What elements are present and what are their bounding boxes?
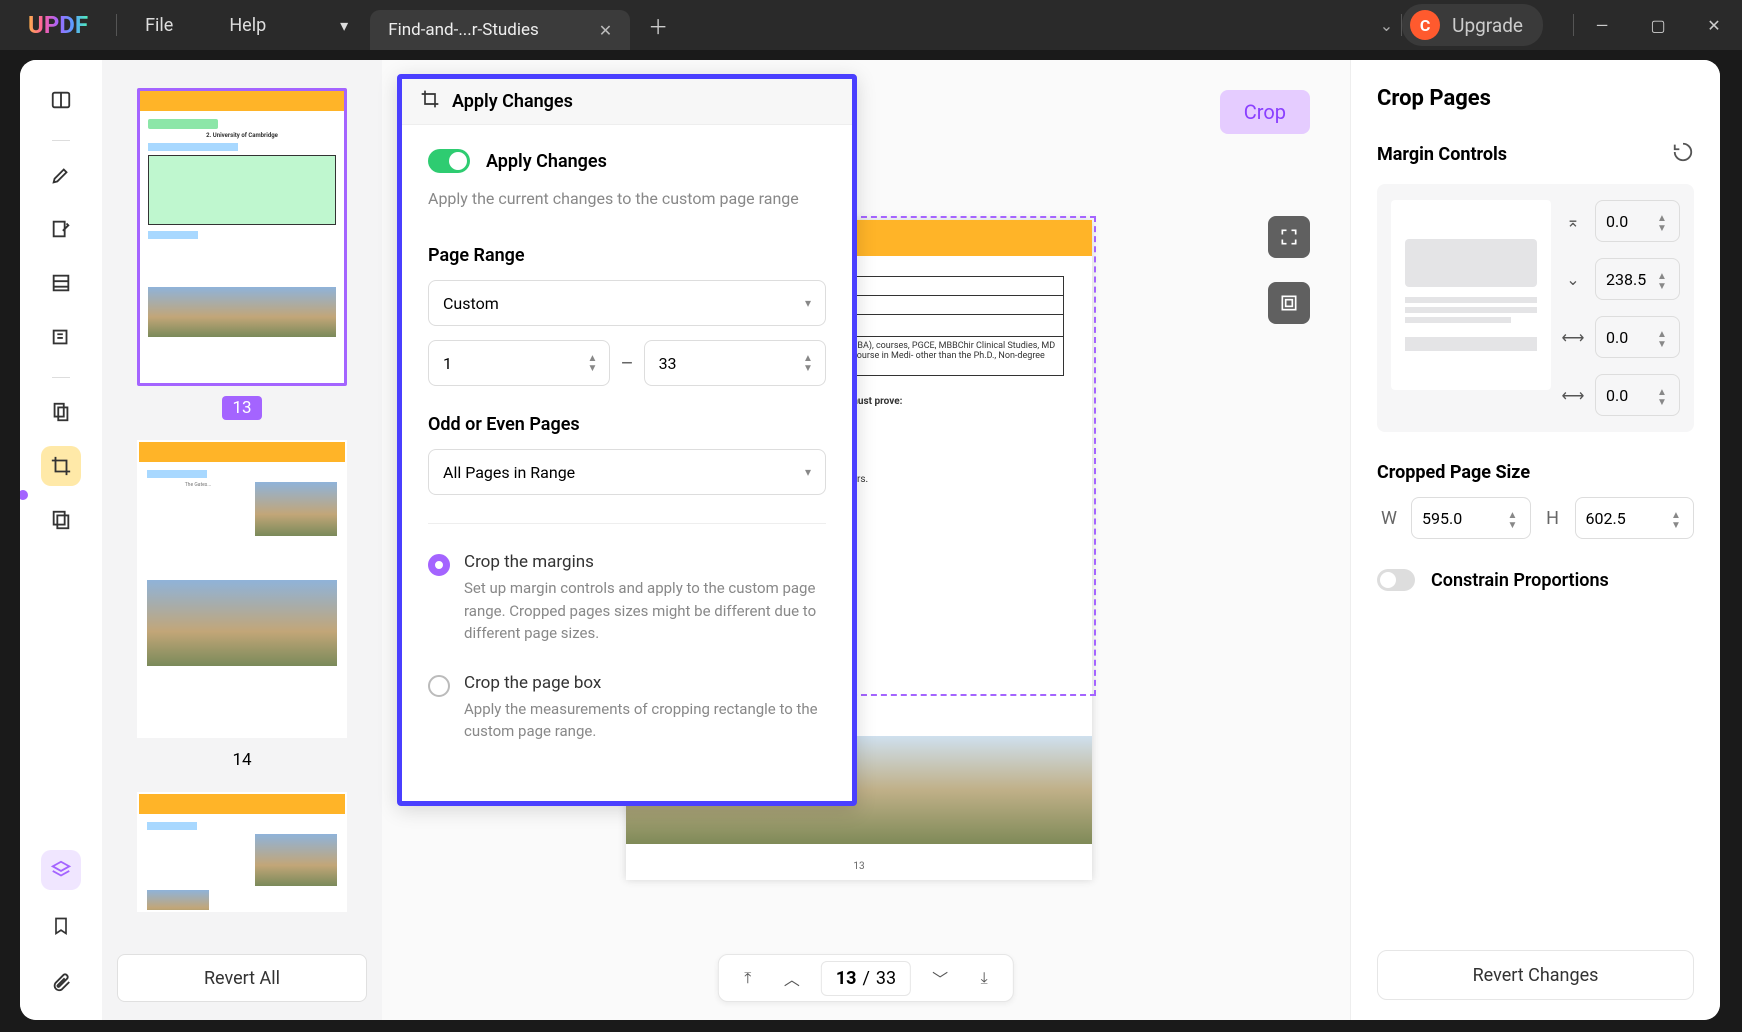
reset-icon[interactable] (1672, 141, 1694, 168)
thumbnail-label: 13 (222, 396, 261, 420)
apply-changes-description: Apply the current changes to the custom … (428, 187, 826, 211)
height-label: H (1541, 508, 1565, 529)
chevron-down-icon: ▾ (805, 296, 811, 310)
chevron-down-icon: ▾ (340, 16, 348, 35)
margin-left-icon: ⟷ (1561, 328, 1585, 347)
radio-label: Crop the margins (464, 552, 826, 572)
revert-changes-button[interactable]: Revert Changes (1377, 950, 1694, 1000)
cropped-size-title: Cropped Page Size (1377, 462, 1530, 483)
page-range-to-input[interactable]: 33▲▼ (644, 340, 826, 386)
close-tab-icon[interactable]: ✕ (599, 21, 612, 40)
upgrade-button[interactable]: C Upgrade (1402, 4, 1543, 46)
tool-structure-icon[interactable] (41, 263, 81, 303)
last-page-button[interactable]: ⤓ (969, 968, 999, 988)
radio-icon (428, 554, 450, 576)
tab-title: Find-and-...r-Studies (388, 20, 539, 40)
next-page-button[interactable]: ﹀ (925, 966, 955, 990)
spinner-icon[interactable]: ▲▼ (581, 345, 603, 383)
page-navigation-bar: ⤒ ︿ 13 / 33 ﹀ ⤓ (718, 954, 1014, 1002)
radio-description: Apply the measurements of cropping recta… (464, 698, 826, 743)
width-input[interactable]: 595.0▲▼ (1411, 497, 1531, 539)
apply-changes-popover: Apply Changes Apply Changes Apply the cu… (397, 74, 857, 806)
constrain-proportions-label: Constrain Proportions (1431, 570, 1609, 591)
crop-button[interactable]: Crop (1220, 90, 1310, 134)
radio-crop-page-box[interactable]: Crop the page box Apply the measurements… (428, 673, 826, 743)
chevron-down-icon[interactable]: ⌄ (1380, 16, 1393, 35)
tool-reader-icon[interactable] (41, 80, 81, 120)
tool-highlighter-icon[interactable] (41, 155, 81, 195)
margin-preview (1391, 200, 1551, 390)
separator (52, 377, 70, 378)
margin-right-icon: ⟷ (1561, 386, 1585, 405)
margin-bottom-input[interactable]: 238.5▲▼ (1595, 258, 1680, 300)
prev-page-button[interactable]: ︿ (777, 966, 807, 990)
spinner-icon[interactable]: ▲▼ (797, 345, 819, 383)
thumbnail-page-13[interactable]: 2. University of Cambridge 13 (122, 88, 362, 420)
tabs-dropdown[interactable]: ▾ (324, 5, 364, 45)
radio-icon (428, 675, 450, 697)
window-close[interactable]: ✕ (1686, 0, 1742, 50)
thumbnail-label: 14 (222, 748, 261, 772)
tool-copy-icon[interactable] (41, 392, 81, 432)
apply-changes-toggle-label: Apply Changes (486, 151, 607, 172)
odd-even-select[interactable]: All Pages in Range▾ (428, 449, 826, 495)
popover-title: Apply Changes (452, 91, 573, 112)
tool-crop-icon[interactable] (41, 446, 81, 486)
constrain-proportions-toggle[interactable] (1377, 569, 1415, 591)
apply-changes-toggle[interactable] (428, 149, 470, 173)
tool-layers-icon[interactable] (41, 850, 81, 890)
margin-top-icon: ⌅ (1561, 212, 1585, 231)
height-input[interactable]: 602.5▲▼ (1575, 497, 1695, 539)
upgrade-label: Upgrade (1452, 14, 1523, 37)
radio-description: Set up margin controls and apply to the … (464, 577, 826, 645)
tool-attachment-icon[interactable] (41, 962, 81, 1002)
thumbnail-page-15[interactable] (122, 792, 362, 912)
document-tab[interactable]: Find-and-...r-Studies ✕ (370, 10, 630, 50)
menu-file[interactable]: File (117, 15, 201, 36)
tool-form-icon[interactable] (41, 317, 81, 357)
active-tool-indicator (20, 490, 28, 500)
radio-crop-margins[interactable]: Crop the margins Set up margin controls … (428, 552, 826, 645)
first-page-button[interactable]: ⤒ (733, 968, 763, 988)
tool-pages-icon[interactable] (41, 500, 81, 540)
right-panel-title: Crop Pages (1377, 86, 1694, 111)
chevron-down-icon: ▾ (805, 465, 811, 479)
page-range-from-input[interactable]: 1▲▼ (428, 340, 610, 386)
width-label: W (1377, 508, 1401, 529)
tool-bookmark-icon[interactable] (41, 906, 81, 946)
tool-edit-icon[interactable] (41, 209, 81, 249)
radio-label: Crop the page box (464, 673, 826, 693)
new-tab-button[interactable]: ＋ (648, 11, 668, 40)
doc-inline-page-number: 13 (626, 861, 1092, 872)
menu-help[interactable]: Help (201, 15, 294, 36)
fit-page-icon[interactable] (1268, 282, 1310, 324)
range-dash: – (620, 351, 633, 375)
app-logo: UPDF (28, 11, 88, 39)
revert-all-button[interactable]: Revert All (117, 954, 367, 1002)
margin-bottom-icon: ⌄ (1561, 270, 1585, 289)
margin-right-input[interactable]: 0.0▲▼ (1595, 374, 1680, 416)
page-range-title: Page Range (428, 245, 826, 266)
crop-icon (420, 89, 440, 114)
fullscreen-icon[interactable] (1268, 216, 1310, 258)
window-maximize[interactable]: ▢ (1630, 0, 1686, 50)
avatar: C (1410, 10, 1440, 40)
margin-controls-title: Margin Controls (1377, 144, 1507, 165)
margin-left-input[interactable]: 0.0▲▼ (1595, 316, 1680, 358)
page-number-input[interactable]: 13 / 33 (821, 961, 911, 996)
thumbnail-page-14[interactable]: The Gates... 14 (122, 440, 362, 772)
window-minimize[interactable]: — (1574, 0, 1630, 50)
page-range-select[interactable]: Custom▾ (428, 280, 826, 326)
odd-even-title: Odd or Even Pages (428, 414, 826, 435)
margin-top-input[interactable]: 0.0▲▼ (1595, 200, 1680, 242)
separator (52, 140, 70, 141)
